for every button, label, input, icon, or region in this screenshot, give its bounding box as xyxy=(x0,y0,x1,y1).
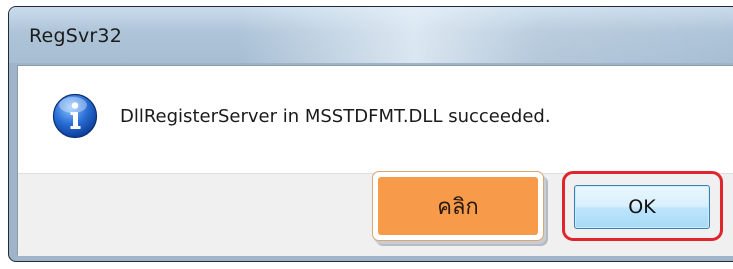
title-bar[interactable]: RegSvr32 xyxy=(9,7,733,63)
message-text: DllRegisterServer in MSSTDFMT.DLL succee… xyxy=(120,106,551,127)
click-callout: คลิก xyxy=(372,171,544,241)
click-callout-label: คลิก xyxy=(378,177,538,235)
ok-button[interactable]: OK xyxy=(574,185,710,229)
window-title: RegSvr32 xyxy=(29,25,122,47)
info-icon xyxy=(52,93,98,139)
message-area: DllRegisterServer in MSSTDFMT.DLL succee… xyxy=(18,66,733,173)
title-bar-glass xyxy=(239,7,733,63)
